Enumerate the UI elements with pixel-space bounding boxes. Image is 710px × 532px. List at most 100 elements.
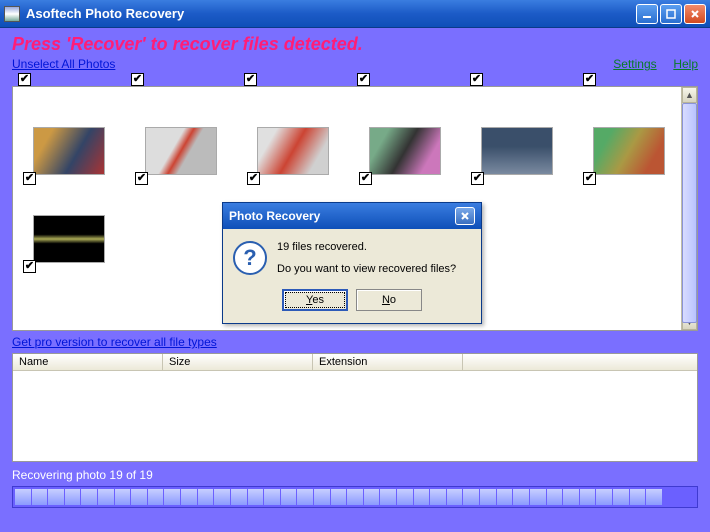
pro-version-link[interactable]: Get pro version to recover all file type… [12, 335, 217, 349]
progress-segment [563, 489, 579, 505]
progress-segment [547, 489, 563, 505]
photo-checkbox[interactable]: ✔ [135, 172, 148, 185]
no-button[interactable]: No [356, 289, 422, 311]
progress-segment [181, 489, 197, 505]
photo-checkbox[interactable]: ✔ [247, 172, 260, 185]
photo-thumbnail[interactable]: ✔ [33, 127, 105, 175]
progress-segment [248, 489, 264, 505]
photo-checkbox[interactable]: ✔ [18, 73, 31, 86]
progress-segment [297, 489, 313, 505]
progress-segment [364, 489, 380, 505]
photo-thumbnail[interactable]: ✔ [593, 127, 665, 175]
progress-segment [148, 489, 164, 505]
thumbnail-image [145, 127, 217, 175]
dialog-close-button[interactable] [455, 207, 475, 225]
progress-segment [663, 489, 679, 505]
thumbnail-image [33, 127, 105, 175]
close-button[interactable] [684, 4, 706, 24]
table-body [13, 371, 697, 461]
minimize-button[interactable] [636, 4, 658, 24]
dialog-title: Photo Recovery [229, 209, 320, 223]
progress-segment [98, 489, 114, 505]
column-size[interactable]: Size [163, 354, 313, 370]
progress-segment [65, 489, 81, 505]
settings-link[interactable]: Settings [613, 57, 656, 71]
photo-checkbox[interactable]: ✔ [131, 73, 144, 86]
top-links: Unselect All Photos Settings Help [12, 57, 698, 71]
scroll-up-button[interactable]: ▲ [682, 87, 697, 103]
progress-bar [12, 486, 698, 508]
unselect-all-link[interactable]: Unselect All Photos [12, 57, 115, 71]
thumbnail-image [593, 127, 665, 175]
progress-segment [231, 489, 247, 505]
progress-segment [281, 489, 297, 505]
photo-checkbox[interactable]: ✔ [359, 172, 372, 185]
photo-checkbox[interactable]: ✔ [244, 73, 257, 86]
progress-segment [198, 489, 214, 505]
column-extension[interactable]: Extension [313, 354, 463, 370]
maximize-button[interactable] [660, 4, 682, 24]
dialog-buttons: Yes No [223, 285, 481, 323]
help-link[interactable]: Help [673, 57, 698, 71]
photo-thumbnail[interactable]: ✔ [369, 127, 441, 175]
app-title: Asoftech Photo Recovery [26, 6, 636, 21]
dialog-line2: Do you want to view recovered files? [277, 263, 456, 275]
status-text: Recovering photo 19 of 19 [12, 468, 698, 482]
photo-thumbnail[interactable]: ✔ [481, 127, 553, 175]
photo-thumbnail[interactable]: ✔ [145, 127, 217, 175]
prompt-text: Press 'Recover' to recover files detecte… [12, 34, 698, 55]
progress-segment [115, 489, 131, 505]
top-checkbox-row: ✔ ✔ ✔ ✔ ✔ ✔ [12, 71, 698, 86]
photo-thumbnail[interactable]: ✔ [257, 127, 329, 175]
thumbnail-image [369, 127, 441, 175]
progress-segment [430, 489, 446, 505]
progress-segment [164, 489, 180, 505]
file-table: Name Size Extension [12, 353, 698, 462]
progress-segment [679, 489, 695, 505]
column-name[interactable]: Name [13, 354, 163, 370]
progress-segment [314, 489, 330, 505]
scroll-thumb[interactable] [682, 103, 697, 323]
progress-segment [264, 489, 280, 505]
progress-segment [131, 489, 147, 505]
scroll-track[interactable] [682, 103, 697, 314]
progress-segment [331, 489, 347, 505]
titlebar: Asoftech Photo Recovery [0, 0, 710, 28]
scrollbar[interactable]: ▲ ▼ [681, 87, 697, 330]
progress-segment [646, 489, 662, 505]
progress-segment [81, 489, 97, 505]
progress-segment [480, 489, 496, 505]
progress-segment [414, 489, 430, 505]
photo-checkbox[interactable]: ✔ [357, 73, 370, 86]
progress-segment [347, 489, 363, 505]
photo-thumbnail[interactable]: ✔ [33, 215, 105, 263]
dialog-line1: 19 files recovered. [277, 241, 456, 253]
progress-segment [380, 489, 396, 505]
progress-segment [15, 489, 31, 505]
photo-checkbox[interactable]: ✔ [23, 172, 36, 185]
yes-button[interactable]: Yes [282, 289, 348, 311]
app-icon [4, 6, 20, 22]
progress-segment [596, 489, 612, 505]
progress-segment [630, 489, 646, 505]
progress-segment [513, 489, 529, 505]
photo-checkbox[interactable]: ✔ [470, 73, 483, 86]
thumbnail-image [481, 127, 553, 175]
photo-checkbox[interactable]: ✔ [23, 260, 36, 273]
progress-segment [613, 489, 629, 505]
progress-segment [463, 489, 479, 505]
thumbnail-image [257, 127, 329, 175]
progress-segment [48, 489, 64, 505]
progress-segment [32, 489, 48, 505]
column-spacer [463, 354, 697, 370]
table-header: Name Size Extension [13, 354, 697, 371]
dialog-titlebar: Photo Recovery [223, 203, 481, 229]
progress-segment [580, 489, 596, 505]
photo-checkbox[interactable]: ✔ [471, 172, 484, 185]
recovery-dialog: Photo Recovery ? 19 files recovered. Do … [222, 202, 482, 324]
question-icon: ? [233, 241, 267, 275]
progress-segment [497, 489, 513, 505]
dialog-body: ? 19 files recovered. Do you want to vie… [223, 229, 481, 285]
photo-checkbox[interactable]: ✔ [583, 73, 596, 86]
photo-checkbox[interactable]: ✔ [583, 172, 596, 185]
